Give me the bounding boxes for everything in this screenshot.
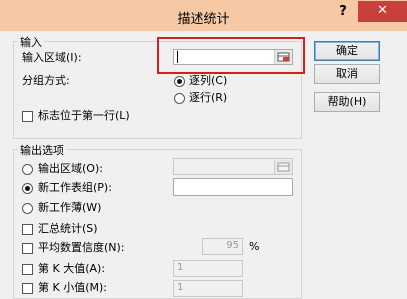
by-columns-radio[interactable] <box>174 76 185 87</box>
ok-button[interactable]: 确定 <box>314 41 380 61</box>
new-workbook-radio[interactable] <box>22 203 33 214</box>
dialog-body: 输入 输入区域(I): 分组方式: 逐列(C) 逐行(R) 标志位于第一行(L)… <box>0 31 407 299</box>
confidence-input[interactable]: 95 <box>202 238 243 255</box>
input-group-title: 输入 <box>18 34 44 50</box>
by-rows-radio[interactable] <box>174 93 185 104</box>
percent-sign: % <box>249 240 260 253</box>
input-range-label: 输入区域(I): <box>22 51 82 64</box>
cancel-button[interactable]: 取消 <box>314 64 380 84</box>
by-rows-label: 逐行(R) <box>189 91 228 104</box>
new-worksheet-field[interactable] <box>173 178 293 196</box>
new-worksheet-radio[interactable] <box>22 183 33 194</box>
kth-largest-checkbox[interactable] <box>22 264 33 275</box>
help-button[interactable]: 帮助(H) <box>314 92 380 112</box>
new-workbook-label: 新工作薄(W) <box>38 201 102 214</box>
output-group-title: 输出选项 <box>18 142 66 158</box>
grouped-by-label: 分组方式: <box>22 74 70 87</box>
output-range-radio[interactable] <box>22 164 33 175</box>
kth-largest-label: 第 K 大值(A): <box>38 262 106 275</box>
kth-largest-input[interactable]: 1 <box>173 260 243 277</box>
by-columns-label: 逐列(C) <box>189 74 228 87</box>
labels-first-row-checkbox[interactable] <box>22 111 33 122</box>
kth-smallest-label: 第 K 小值(M): <box>38 281 107 294</box>
help-icon[interactable]: ? <box>330 2 356 24</box>
confidence-checkbox[interactable] <box>22 243 33 254</box>
annotation-highlight-box <box>157 37 305 74</box>
collapse-dialog-icon[interactable] <box>274 160 292 174</box>
title-bar: 描述统计 ? ✕ <box>0 0 407 31</box>
labels-first-row-label: 标志位于第一行(L) <box>38 109 130 122</box>
confidence-label: 平均数置信度(N): <box>38 241 125 254</box>
output-range-field[interactable] <box>173 158 293 175</box>
new-worksheet-label: 新工作表组(P): <box>38 181 112 194</box>
output-range-label: 输出区域(O): <box>38 162 103 175</box>
close-icon[interactable]: ✕ <box>358 1 407 22</box>
summary-stats-checkbox[interactable] <box>22 224 33 235</box>
summary-stats-label: 汇总统计(S) <box>38 222 98 235</box>
